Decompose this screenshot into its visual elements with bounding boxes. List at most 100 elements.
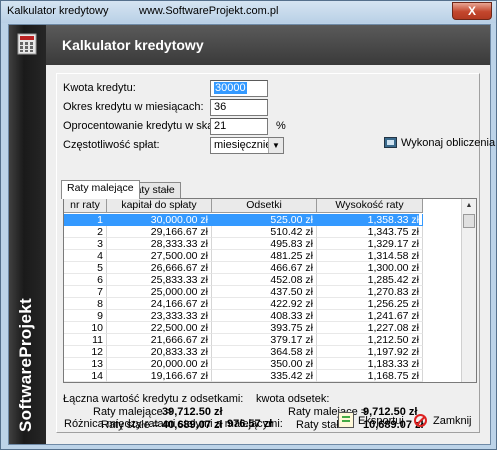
months-label: Okres kredytu w miesiącach: bbox=[63, 101, 204, 113]
export-button-label: Eksportuj bbox=[358, 415, 404, 427]
cell-capital: 19,166.67 zł bbox=[107, 370, 212, 382]
rate-unit: % bbox=[276, 120, 286, 132]
export-button[interactable]: Eksportuj bbox=[338, 411, 404, 431]
cell-number: 12 bbox=[64, 346, 107, 358]
frequency-value: miesięcznie bbox=[214, 139, 272, 151]
calculate-icon bbox=[384, 137, 397, 148]
col-header-interest[interactable]: Odsetki bbox=[212, 199, 317, 213]
close-button[interactable]: Zamknij bbox=[414, 411, 472, 431]
main-window: Kalkulator kredytowy www.SoftwareProjekt… bbox=[0, 0, 497, 450]
col-header-capital[interactable]: kapitał do spłaty bbox=[107, 199, 212, 213]
table-row[interactable]: 5 26,666.67 zł 466.67 zł 1,300.00 zł bbox=[64, 262, 423, 274]
cell-number: 1 bbox=[64, 214, 107, 226]
chevron-down-icon[interactable]: ▼ bbox=[268, 138, 283, 153]
table-row[interactable]: 1 30,000.00 zł 525.00 zł 1,358.33 zł bbox=[64, 214, 423, 226]
total-label: Łączna wartość kredytu z odsetkami: bbox=[63, 393, 244, 405]
cell-number: 8 bbox=[64, 298, 107, 310]
col-header-number[interactable]: nr raty bbox=[64, 199, 107, 213]
table-row[interactable]: 13 20,000.00 zł 350.00 zł 1,183.33 zł bbox=[64, 358, 423, 370]
cell-interest: 437.50 zł bbox=[212, 286, 317, 298]
calculator-panel: Kwota kredytu: 30000 Okres kredytu w mie… bbox=[56, 73, 495, 433]
sidebar: SoftwareProjekt bbox=[9, 25, 46, 444]
cell-installment: 1,241.67 zł bbox=[317, 310, 423, 322]
table-row[interactable]: 8 24,166.67 zł 422.92 zł 1,256.25 zł bbox=[64, 298, 423, 310]
decreasing-total-value: 39,712.50 zł bbox=[162, 406, 223, 418]
interest-total-label: kwota odsetek: bbox=[256, 393, 330, 405]
cell-installment: 1,285.42 zł bbox=[317, 274, 423, 286]
amount-input[interactable]: 30000 bbox=[210, 80, 268, 97]
cell-interest: 466.67 zł bbox=[212, 262, 317, 274]
cell-interest: 525.00 zł bbox=[212, 214, 317, 226]
cell-number: 7 bbox=[64, 286, 107, 298]
window-close-button[interactable]: X bbox=[452, 2, 492, 20]
cell-installment: 1,270.83 zł bbox=[317, 286, 423, 298]
cell-number: 4 bbox=[64, 250, 107, 262]
cell-number: 14 bbox=[64, 370, 107, 382]
table-row[interactable]: 12 20,833.33 zł 364.58 zł 1,197.92 zł bbox=[64, 346, 423, 358]
cell-installment: 1,343.75 zł bbox=[317, 226, 423, 238]
cell-installment: 1,329.17 zł bbox=[317, 238, 423, 250]
table-row[interactable]: 4 27,500.00 zł 481.25 zł 1,314.58 zł bbox=[64, 250, 423, 262]
cell-number: 6 bbox=[64, 274, 107, 286]
table-row[interactable]: 9 23,333.33 zł 408.33 zł 1,241.67 zł bbox=[64, 310, 423, 322]
cell-interest: 364.58 zł bbox=[212, 346, 317, 358]
cell-capital: 25,833.33 zł bbox=[107, 274, 212, 286]
cell-installment: 1,197.92 zł bbox=[317, 346, 423, 358]
calculator-icon bbox=[17, 33, 37, 55]
table-row[interactable]: 14 19,166.67 zł 335.42 zł 1,168.75 zł bbox=[64, 370, 423, 382]
cell-capital: 29,166.67 zł bbox=[107, 226, 212, 238]
cell-number: 5 bbox=[64, 262, 107, 274]
cell-installment: 1,300.00 zł bbox=[317, 262, 423, 274]
cancel-icon bbox=[414, 414, 427, 427]
decreasing-total-label: Raty malejące = bbox=[93, 406, 173, 418]
cell-number: 13 bbox=[64, 358, 107, 370]
frequency-label: Częstotliwość spłat: bbox=[63, 139, 160, 151]
cell-installment: 1,154.17 zł bbox=[317, 382, 423, 383]
frequency-select[interactable]: miesięcznie ▼ bbox=[210, 137, 284, 154]
cell-capital: 22,500.00 zł bbox=[107, 322, 212, 334]
cell-installment: 1,183.33 zł bbox=[317, 358, 423, 370]
cell-capital: 20,000.00 zł bbox=[107, 358, 212, 370]
table-row[interactable]: 1518,333.33 zł320.83 zł1,154.17 zł bbox=[64, 382, 419, 383]
cell-capital: 28,333.33 zł bbox=[107, 238, 212, 250]
cell-installment: 1,314.58 zł bbox=[317, 250, 423, 262]
tab-decreasing[interactable]: Raty malejące bbox=[61, 180, 140, 199]
table-scrollbar[interactable]: ▲ bbox=[461, 199, 476, 382]
table-row[interactable]: 6 25,833.33 zł 452.08 zł 1,285.42 zł bbox=[64, 274, 423, 286]
header-bar: Kalkulator kredytowy bbox=[46, 25, 490, 65]
cell-capital: 26,666.67 zł bbox=[107, 262, 212, 274]
cell-interest: 452.08 zł bbox=[212, 274, 317, 286]
table-row[interactable]: 3 28,333.33 zł 495.83 zł 1,329.17 zł bbox=[64, 238, 423, 250]
cell-interest: 510.42 zł bbox=[212, 226, 317, 238]
table-row[interactable]: 11 21,666.67 zł 379.17 zł 1,212.50 zł bbox=[64, 334, 423, 346]
rate-input[interactable]: 21 bbox=[210, 118, 268, 135]
cell-interest: 379.17 zł bbox=[212, 334, 317, 346]
scroll-up-icon[interactable]: ▲ bbox=[462, 199, 476, 213]
table-row[interactable]: 10 22,500.00 zł 393.75 zł 1,227.08 zł bbox=[64, 322, 423, 334]
cell-capital: 27,500.00 zł bbox=[107, 250, 212, 262]
calculate-button[interactable]: Wykonaj obliczenia bbox=[384, 137, 495, 149]
cell-interest: 481.25 zł bbox=[212, 250, 317, 262]
title-bar[interactable]: Kalkulator kredytowy www.SoftwareProjekt… bbox=[1, 1, 496, 23]
calculate-button-label: Wykonaj obliczenia bbox=[401, 137, 496, 149]
close-button-label: Zamknij bbox=[433, 415, 472, 427]
months-input[interactable]: 36 bbox=[210, 99, 268, 116]
cell-capital: 21,666.67 zł bbox=[107, 334, 212, 346]
cell-number: 11 bbox=[64, 334, 107, 346]
table-row[interactable]: 7 25,000.00 zł 437.50 zł 1,270.83 zł bbox=[64, 286, 423, 298]
cell-capital: 24,166.67 zł bbox=[107, 298, 212, 310]
cell-number: 9 bbox=[64, 310, 107, 322]
col-header-installment[interactable]: Wysokość raty bbox=[317, 199, 423, 213]
table-row[interactable]: 2 29,166.67 zł 510.42 zł 1,343.75 zł bbox=[64, 226, 423, 238]
brand-logo-text: SoftwareProjekt bbox=[16, 298, 35, 432]
cell-interest: 350.00 zł bbox=[212, 358, 317, 370]
header-title: Kalkulator kredytowy bbox=[62, 37, 204, 53]
scroll-thumb[interactable] bbox=[463, 214, 475, 228]
cell-capital: 18,333.33 zł bbox=[107, 382, 212, 383]
cell-interest: 408.33 zł bbox=[212, 310, 317, 322]
installments-table[interactable]: nr raty kapitał do spłaty Odsetki Wysoko… bbox=[63, 198, 477, 383]
cell-installment: 1,212.50 zł bbox=[317, 334, 423, 346]
cell-number: 2 bbox=[64, 226, 107, 238]
amount-label: Kwota kredytu: bbox=[63, 82, 136, 94]
cell-installment: 1,168.75 zł bbox=[317, 370, 423, 382]
